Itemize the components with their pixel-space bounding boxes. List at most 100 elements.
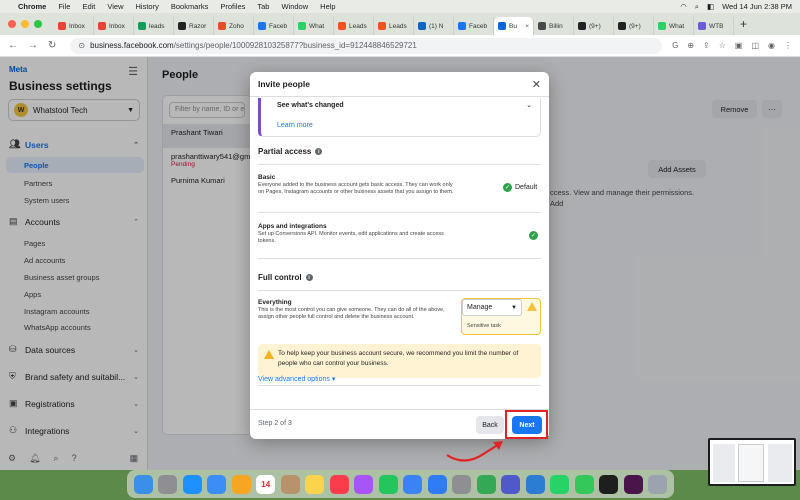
browser-tab[interactable]: Inbox	[94, 17, 134, 35]
dock-figma-icon[interactable]	[599, 474, 619, 494]
menu-help[interactable]: Help	[320, 2, 335, 11]
dock-podcasts-icon[interactable]	[354, 474, 374, 494]
reload-icon[interactable]: ↻	[48, 40, 56, 51]
sensitive-task-label: Sensitive task	[467, 323, 501, 329]
google-lens-icon[interactable]: G	[672, 41, 678, 50]
dock-mail-icon[interactable]	[207, 474, 227, 494]
url-path: /settings/people/100092810325877?busines…	[173, 41, 417, 50]
tab-favicon-icon	[58, 22, 66, 30]
dock-notes-icon[interactable]	[305, 474, 325, 494]
select-value: Manage	[467, 304, 493, 311]
info-icon[interactable]: i	[305, 274, 313, 281]
browser-tab[interactable]: Zoho	[214, 17, 254, 35]
tab-favicon-icon	[98, 22, 106, 30]
chevron-down-icon[interactable]: ⌄	[526, 101, 532, 109]
menu-file[interactable]: File	[58, 2, 70, 11]
permission-description: This is the most control you can give so…	[258, 307, 445, 320]
full-control-heading: Full control i	[258, 273, 313, 282]
dock-trash-icon[interactable]	[648, 474, 668, 494]
tab-favicon-icon	[418, 22, 426, 30]
menu-edit[interactable]: Edit	[82, 2, 95, 11]
menu-app-name[interactable]: Chrome	[18, 2, 46, 11]
url-field[interactable]: ⊙ business.facebook.com/settings/people/…	[70, 37, 663, 54]
dock-slack-icon[interactable]	[623, 474, 643, 494]
sidepanel-icon[interactable]: ◫	[751, 41, 759, 50]
close-window-button[interactable]	[8, 20, 16, 28]
menu-window[interactable]: Window	[281, 2, 308, 11]
tab-label: (9+)	[629, 22, 641, 30]
dock-numbers-icon[interactable]	[378, 474, 398, 494]
tab-favicon-icon	[538, 22, 546, 30]
tab-favicon-icon	[338, 22, 346, 30]
dock-whatsapp-icon[interactable]	[550, 474, 570, 494]
forward-arrow-icon[interactable]: →	[28, 40, 38, 51]
browser-tab[interactable]: (9+)	[614, 17, 654, 35]
search-icon[interactable]: ⌕	[695, 2, 699, 12]
dock-contacts-icon[interactable]	[280, 474, 300, 494]
browser-tab[interactable]: Billin	[534, 17, 574, 35]
security-alert: To help keep your business account secur…	[258, 344, 541, 378]
manage-select[interactable]: Manage ▼	[462, 299, 522, 316]
dock-teams-icon[interactable]	[501, 474, 521, 494]
zoom-icon[interactable]: ⊕	[687, 41, 694, 50]
browser-tab[interactable]: leads	[134, 17, 174, 35]
dock-settings-icon[interactable]	[452, 474, 472, 494]
menu-profiles[interactable]: Profiles	[220, 2, 245, 11]
dock-launchpad-icon[interactable]	[158, 474, 178, 494]
close-icon[interactable]: ✕	[532, 78, 541, 91]
tab-label: Inbox	[109, 22, 125, 30]
partial-access-heading: Partial access i	[258, 147, 323, 156]
dock-safari-icon[interactable]	[182, 474, 202, 494]
profile-avatar[interactable]: ◉	[768, 41, 775, 50]
whats-changed-toggle[interactable]: See what's changed	[277, 102, 344, 109]
dock-photos-icon[interactable]	[231, 474, 251, 494]
chrome-menu-icon[interactable]: ⋮	[784, 41, 792, 50]
browser-tab[interactable]: What	[654, 17, 694, 35]
checkmark-icon[interactable]: ✓	[529, 231, 538, 240]
menu-bookmarks[interactable]: Bookmarks	[171, 2, 209, 11]
menubar-clock[interactable]: Wed 14 Jun 2:38 PM	[722, 2, 792, 11]
dock-appstore-icon[interactable]	[427, 474, 447, 494]
info-icon[interactable]: i	[315, 148, 323, 155]
browser-tab[interactable]: Faceb	[454, 17, 494, 35]
menu-tab[interactable]: Tab	[257, 2, 269, 11]
browser-tab[interactable]: Bu ×	[494, 17, 534, 35]
divider	[258, 290, 541, 291]
control-center-icon[interactable]: ◧	[707, 2, 714, 11]
wifi-icon[interactable]: ◠	[680, 2, 687, 11]
dock-finder-icon[interactable]	[133, 474, 153, 494]
browser-tab[interactable]: WTB	[694, 17, 734, 35]
dock-messages-icon[interactable]	[574, 474, 594, 494]
bookmark-star-icon[interactable]: ☆	[719, 41, 726, 50]
close-tab-icon[interactable]: ×	[525, 23, 529, 30]
dock-music-icon[interactable]	[329, 474, 349, 494]
tab-favicon-icon	[578, 22, 586, 30]
browser-tab[interactable]: Razor	[174, 17, 214, 35]
browser-tab[interactable]: Inbox	[54, 17, 94, 35]
dock-keynote-icon[interactable]	[403, 474, 423, 494]
modal-body: See what's changed ⌄ Learn more Partial …	[258, 98, 541, 396]
modal-title: Invite people	[258, 79, 310, 89]
new-tab-button[interactable]: +	[740, 17, 747, 35]
browser-tab[interactable]: What	[294, 17, 334, 35]
dock-calendar-icon[interactable]: 14	[256, 474, 276, 494]
view-advanced-options-link[interactable]: View advanced options ▾	[258, 375, 335, 383]
share-icon[interactable]: ⇪	[703, 41, 710, 50]
browser-tab[interactable]: (1) N	[414, 17, 454, 35]
dock-vscode-icon[interactable]	[525, 474, 545, 494]
learn-more-link[interactable]: Learn more	[277, 122, 313, 129]
menu-view[interactable]: View	[107, 2, 123, 11]
tab-label: Razor	[189, 22, 207, 30]
dock-chrome-icon[interactable]	[476, 474, 496, 494]
back-arrow-icon[interactable]: ←	[8, 40, 18, 51]
menu-history[interactable]: History	[136, 2, 159, 11]
extensions-icon[interactable]: ▣	[735, 41, 743, 50]
browser-tab[interactable]: Leads	[334, 17, 374, 35]
browser-tab[interactable]: Leads	[374, 17, 414, 35]
minimize-window-button[interactable]	[21, 20, 29, 28]
browser-tab[interactable]: (9+)	[574, 17, 614, 35]
zoom-window-button[interactable]	[34, 20, 42, 28]
browser-tab[interactable]: Faceb	[254, 17, 294, 35]
screenshot-thumbnail[interactable]	[708, 438, 796, 486]
default-label: Default	[515, 184, 538, 191]
